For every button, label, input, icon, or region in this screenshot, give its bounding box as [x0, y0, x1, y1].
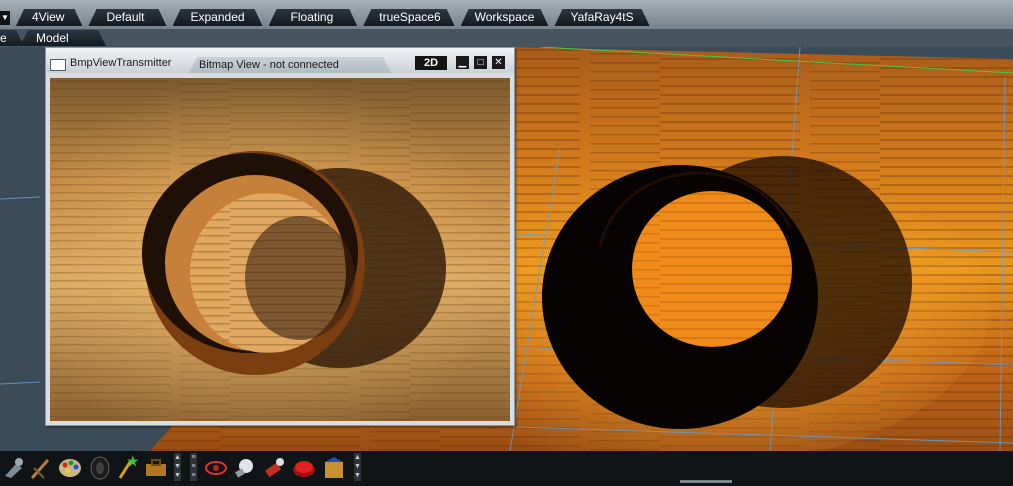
- horizontal-scrollbar[interactable]: [680, 480, 732, 483]
- tab-default[interactable]: Default: [88, 9, 166, 26]
- magic-wand-icon[interactable]: [116, 454, 140, 480]
- tab-expanded[interactable]: Expanded: [173, 9, 263, 26]
- bitmap-window-app-name: BmpViewTransmitter: [70, 57, 172, 69]
- toolbar-grip[interactable]: ▲ ▼ ▼: [354, 453, 361, 481]
- view-icon[interactable]: [204, 454, 228, 480]
- tab-floating[interactable]: Floating: [269, 9, 358, 26]
- bitmap-window-titlebar[interactable]: BmpViewTransmitter Bitmap View - not con…: [46, 48, 514, 73]
- tab-view-partial[interactable]: e: [0, 30, 24, 46]
- bitmap-view-window[interactable]: BmpViewTransmitter Bitmap View - not con…: [45, 47, 515, 426]
- layout-dropdown-icon[interactable]: ▼: [0, 10, 10, 25]
- layout-tab-bar: ▼ 4View Default Expanded Floating trueSp…: [0, 0, 1013, 29]
- flashlight-icon[interactable]: [262, 454, 286, 480]
- maximize-icon[interactable]: □: [474, 56, 487, 69]
- tab-bitmap-view[interactable]: Bitmap View - not connected: [189, 57, 391, 73]
- close-icon[interactable]: ✕: [492, 56, 505, 69]
- tab-workspace[interactable]: Workspace: [461, 9, 549, 26]
- minimize-icon[interactable]: ▁: [456, 56, 469, 69]
- brush-icon[interactable]: [30, 454, 54, 480]
- package-icon[interactable]: [322, 454, 346, 480]
- palette-icon[interactable]: [58, 454, 82, 480]
- toolbar-grip[interactable]: ▲ ▼ ▼: [174, 453, 181, 481]
- tab-yafaray4ts[interactable]: YafaRay4tS: [554, 9, 649, 26]
- pick-tool-icon[interactable]: [2, 454, 26, 480]
- tab-4view[interactable]: 4View: [16, 9, 82, 26]
- tire-icon[interactable]: [88, 454, 112, 480]
- light-bulb-icon[interactable]: [232, 454, 256, 480]
- toolbar-grip[interactable]: ≡ ≡ ≡: [190, 453, 197, 481]
- view-tab-bar: e Model: [0, 29, 1013, 47]
- layout-tab-row: ▼ 4View Default Expanded Floating trueSp…: [0, 8, 1013, 27]
- red-button-icon[interactable]: [292, 454, 316, 480]
- bottom-toolbar: ▲ ▼ ▼ ≡ ≡ ≡ ▲ ▼ ▼: [0, 451, 1013, 486]
- bitmap-tab-label: Bitmap View - not connected: [199, 59, 339, 71]
- tab-truespace6[interactable]: trueSpace6: [363, 9, 454, 26]
- tab-model[interactable]: Model: [20, 30, 106, 46]
- rendered-bitmap: [50, 78, 510, 421]
- mode-2d-button[interactable]: 2D: [415, 56, 447, 70]
- rendered-ring-image: [50, 78, 510, 421]
- window-app-icon: [50, 59, 66, 71]
- toolbox-icon[interactable]: [144, 454, 168, 480]
